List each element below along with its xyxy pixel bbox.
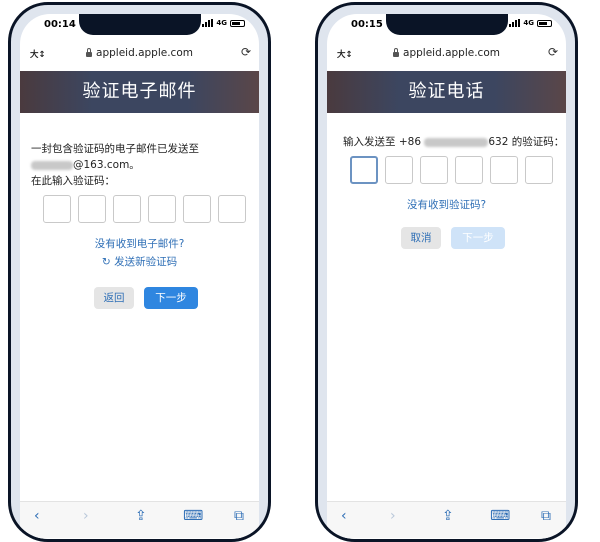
- message-line: 一封包含验证码的电子邮件已发送至: [31, 143, 199, 155]
- url-text: appleid.apple.com: [403, 47, 500, 59]
- code-prompt: 输入发送至 +86 632 的验证码：: [343, 134, 564, 149]
- back-icon[interactable]: ‹: [341, 508, 347, 524]
- status-time: 00:14: [44, 19, 76, 30]
- browser-toolbar: ‹ › ⇪ ⌨ ⧉: [327, 501, 566, 538]
- code-digit-2[interactable]: [78, 195, 106, 223]
- resend-code-link[interactable]: ↻ 发送新验证码: [20, 254, 259, 269]
- screen: 00:15 4G 大↕ appleid.apple.com ⟳ 验证电话 输入发…: [327, 14, 566, 539]
- side-button: [315, 100, 318, 122]
- redacted-phone: [424, 137, 489, 147]
- url-text: appleid.apple.com: [96, 47, 193, 59]
- status-time: 00:15: [351, 19, 383, 30]
- reload-icon[interactable]: ⟳: [548, 45, 558, 59]
- code-digit-6[interactable]: [525, 156, 553, 184]
- refresh-icon: ↻: [101, 256, 111, 268]
- share-icon[interactable]: ⇪: [135, 508, 147, 524]
- signal-icon: [509, 19, 521, 27]
- phone-right: 00:15 4G 大↕ appleid.apple.com ⟳ 验证电话 输入发…: [315, 2, 578, 542]
- network-label: 4G: [523, 19, 534, 27]
- cancel-button[interactable]: 取消: [401, 227, 441, 249]
- tabs-icon[interactable]: ⧉: [234, 508, 244, 524]
- no-code-link[interactable]: 没有收到验证码?: [327, 197, 566, 212]
- battery-icon: [230, 19, 245, 27]
- tabs-icon[interactable]: ⧉: [541, 508, 551, 524]
- email-suffix: @163.com。: [73, 159, 140, 171]
- network-label: 4G: [216, 19, 227, 27]
- lock-icon: [86, 48, 93, 57]
- page-title: 验证电话: [327, 71, 566, 113]
- prompt-prefix: 输入发送至 +86: [343, 136, 421, 148]
- phone-left: 00:14 4G 大↕ appleid.apple.com ⟳ 验证电子邮件 一…: [8, 2, 271, 542]
- email-line: @163.com。: [31, 157, 140, 172]
- next-button[interactable]: 下一步: [144, 287, 198, 309]
- code-digit-5[interactable]: [490, 156, 518, 184]
- battery-icon: [537, 19, 552, 27]
- code-digit-1[interactable]: [43, 195, 71, 223]
- code-digit-3[interactable]: [420, 156, 448, 184]
- status-indicators: 4G: [202, 19, 245, 27]
- no-email-link[interactable]: 没有收到电子邮件?: [20, 236, 259, 251]
- side-button: [8, 100, 11, 122]
- back-button[interactable]: 返回: [94, 287, 134, 309]
- forward-icon[interactable]: ›: [390, 508, 396, 524]
- code-prompt: 在此输入验证码：: [31, 175, 115, 187]
- url-field[interactable]: appleid.apple.com: [20, 47, 259, 59]
- resend-label: 发送新验证码: [114, 256, 178, 268]
- page-title: 验证电子邮件: [20, 71, 259, 113]
- status-bar: 00:15 4G: [327, 19, 566, 33]
- bookmarks-icon[interactable]: ⌨: [490, 508, 510, 524]
- code-digit-4[interactable]: [455, 156, 483, 184]
- forward-icon[interactable]: ›: [83, 508, 89, 524]
- browser-toolbar: ‹ › ⇪ ⌨ ⧉: [20, 501, 259, 538]
- share-icon[interactable]: ⇪: [442, 508, 454, 524]
- code-digit-5[interactable]: [183, 195, 211, 223]
- code-digit-2[interactable]: [385, 156, 413, 184]
- status-bar: 00:14 4G: [20, 19, 259, 33]
- code-digit-6[interactable]: [218, 195, 246, 223]
- status-indicators: 4G: [509, 19, 552, 27]
- url-bar[interactable]: 大↕ appleid.apple.com ⟳: [327, 45, 566, 65]
- screen: 00:14 4G 大↕ appleid.apple.com ⟳ 验证电子邮件 一…: [20, 14, 259, 539]
- bookmarks-icon[interactable]: ⌨: [183, 508, 203, 524]
- signal-icon: [202, 19, 214, 27]
- redacted-email: [31, 160, 73, 170]
- reload-icon[interactable]: ⟳: [241, 45, 251, 59]
- url-bar[interactable]: 大↕ appleid.apple.com ⟳: [20, 45, 259, 65]
- next-button[interactable]: 下一步: [451, 227, 505, 249]
- code-digit-4[interactable]: [148, 195, 176, 223]
- url-field[interactable]: appleid.apple.com: [327, 47, 566, 59]
- code-digit-3[interactable]: [113, 195, 141, 223]
- prompt-suffix: 632 的验证码：: [488, 136, 565, 148]
- lock-icon: [393, 48, 400, 57]
- code-digit-1[interactable]: [350, 156, 378, 184]
- back-icon[interactable]: ‹: [34, 508, 40, 524]
